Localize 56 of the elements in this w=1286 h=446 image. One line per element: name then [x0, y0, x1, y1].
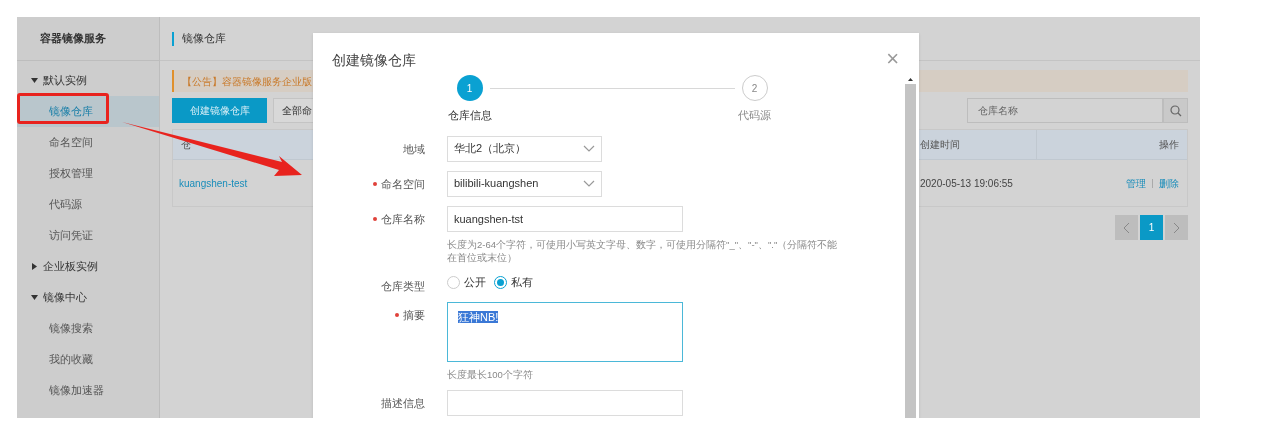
page-title: 镜像仓库	[182, 31, 226, 47]
step-label: 代码源	[738, 108, 771, 123]
field-label: 仓库名称	[381, 211, 425, 226]
chevron-down-icon	[583, 144, 595, 153]
dialog-title: 创建镜像仓库	[332, 51, 416, 70]
field-label: 摘要	[403, 307, 425, 322]
required-mark-icon	[373, 181, 377, 186]
page-button[interactable]: 1	[1140, 215, 1163, 240]
repo-link[interactable]: kuangshen-test	[173, 175, 293, 191]
column-header: 操作	[1158, 138, 1180, 152]
sidebar-item[interactable]: 代码源	[17, 189, 159, 220]
sidebar-group[interactable]: 默认实例	[17, 65, 159, 96]
close-button[interactable]: ×	[886, 50, 899, 68]
scroll-up-icon	[908, 77, 913, 81]
select-field[interactable]: bilibili-kuangshen	[447, 170, 602, 197]
search-icon	[1169, 104, 1182, 117]
sidebar-item[interactable]: 命名空间	[17, 127, 159, 158]
input-field[interactable]	[447, 389, 683, 416]
required-mark-icon	[395, 312, 399, 317]
field-label: 命名空间	[381, 176, 425, 191]
group-label: 企业板实例	[43, 259, 98, 275]
sidebar-item[interactable]: 镜像仓库	[17, 96, 159, 127]
chevron-left-icon	[1123, 221, 1130, 234]
step-label: 仓库信息	[447, 108, 492, 123]
sidebar-item[interactable]: 授权管理	[17, 158, 159, 189]
textarea-field[interactable]: 狂神NB!	[447, 301, 683, 362]
field-hint: 长度最长100个字符	[447, 367, 534, 381]
sidebar-item[interactable]: 镜像搜索	[17, 313, 159, 344]
next-page-button[interactable]	[1165, 215, 1188, 240]
group-label: 默认实例	[43, 73, 87, 89]
create-button[interactable]: 创建镜像仓库	[172, 98, 267, 123]
select-field[interactable]: 华北2（北京）	[447, 135, 602, 162]
table-cell-text: 2020-05-13 19:06:55	[919, 176, 1014, 191]
input-field[interactable]: kuangshen-tst	[447, 205, 683, 232]
required-mark-icon	[373, 216, 377, 221]
radio-label: 公开	[464, 275, 486, 291]
sidebar-group[interactable]: 镜像中心	[17, 282, 159, 313]
chevron-down-icon	[583, 179, 595, 188]
action-link[interactable]: 删除	[1159, 175, 1179, 191]
sidebar-item[interactable]: 访问凭证	[17, 220, 159, 251]
group-label: 镜像中心	[43, 290, 87, 306]
prev-page-button[interactable]	[1115, 215, 1138, 240]
sidebar-item[interactable]: 我的收藏	[17, 344, 159, 375]
search-field[interactable]: 仓库名称	[967, 98, 1163, 123]
field-label: 地域	[403, 141, 425, 156]
chevron-right-icon	[1173, 221, 1180, 234]
field-hint: 长度为2-64个字符，可使用小写英文字母、数字，可使用分隔符"_"、"-"、"."（分隔符不能在首位或末位）	[447, 237, 839, 264]
field-label: 仓库类型	[381, 278, 425, 293]
action-link[interactable]: 管理	[1126, 175, 1146, 191]
sidebar-item[interactable]: 镜像加速器	[17, 375, 159, 406]
column-header: 仓	[180, 138, 192, 152]
field-label: 描述信息	[381, 395, 425, 410]
sidebar-group[interactable]: 企业板实例	[17, 251, 159, 282]
sidebar-title: 容器镜像服务	[40, 31, 106, 47]
search-button[interactable]	[1163, 98, 1188, 123]
radio-label: 私有	[511, 275, 533, 291]
